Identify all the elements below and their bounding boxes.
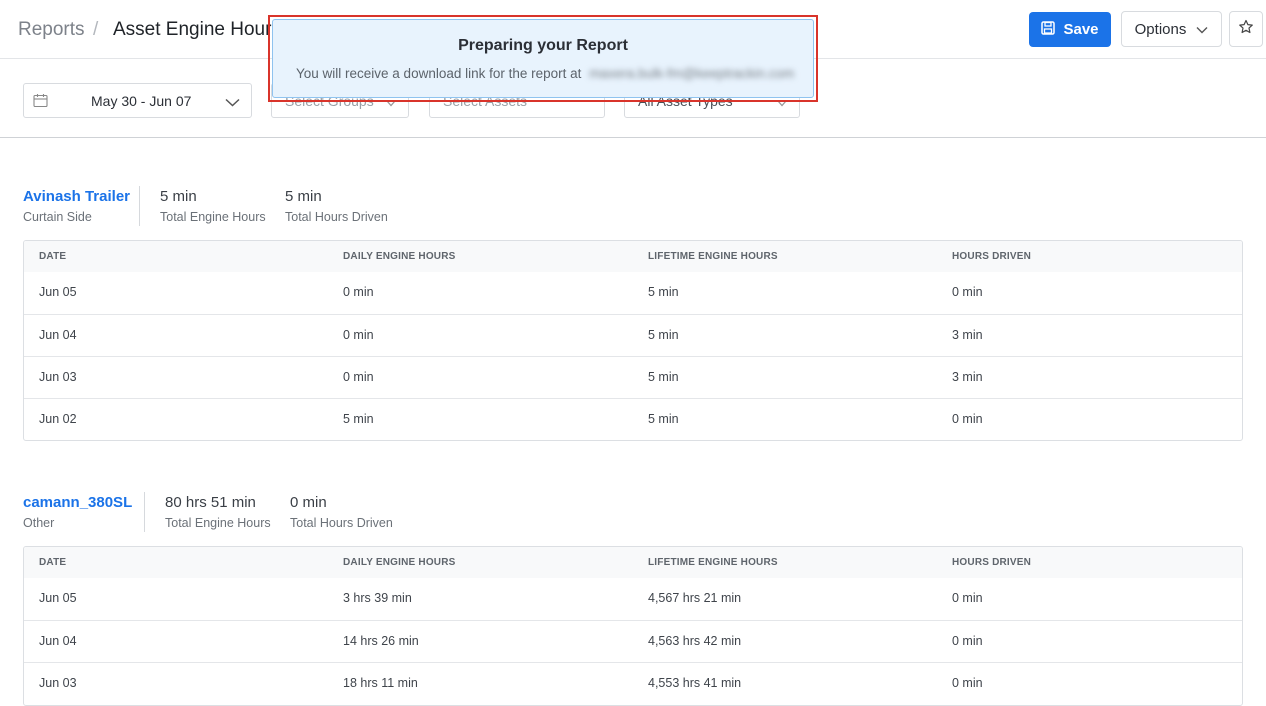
- cell-hours-driven: 0 min: [952, 676, 983, 690]
- asset-summary: Avinash Trailer Curtain Side 5 min Total…: [23, 186, 623, 232]
- cell-date: Jun 04: [39, 634, 77, 648]
- total-engine-hours-value: 80 hrs 51 min: [165, 494, 256, 511]
- breadcrumb-separator: /: [93, 19, 99, 40]
- cell-date: Jun 03: [39, 370, 77, 384]
- total-hours-driven-value: 5 min: [285, 188, 322, 205]
- engine-hours-table: DATE DAILY ENGINE HOURS LIFETIME ENGINE …: [23, 546, 1243, 706]
- table-header: DATE DAILY ENGINE HOURS LIFETIME ENGINE …: [24, 547, 1242, 578]
- column-header-date: DATE: [39, 557, 67, 568]
- column-header-lifetime-engine-hours: LIFETIME ENGINE HOURS: [648, 557, 778, 568]
- favorite-button[interactable]: [1229, 11, 1263, 47]
- chevron-down-icon: [1196, 21, 1208, 38]
- cell-daily-engine-hours: 18 hrs 11 min: [343, 676, 418, 690]
- cell-daily-engine-hours: 3 hrs 39 min: [343, 591, 412, 605]
- cell-lifetime-engine-hours: 5 min: [648, 370, 679, 384]
- cell-hours-driven: 0 min: [952, 285, 983, 299]
- table-row: Jun 04 14 hrs 26 min 4,563 hrs 42 min 0 …: [24, 620, 1242, 662]
- total-hours-driven-label: Total Hours Driven: [290, 516, 393, 530]
- table-row: Jun 05 3 hrs 39 min 4,567 hrs 21 min 0 m…: [24, 578, 1242, 620]
- cell-hours-driven: 3 min: [952, 328, 983, 342]
- divider: [144, 492, 145, 532]
- asset-type: Other: [23, 516, 55, 530]
- engine-hours-table: DATE DAILY ENGINE HOURS LIFETIME ENGINE …: [23, 240, 1243, 441]
- cell-daily-engine-hours: 0 min: [343, 370, 374, 384]
- column-header-date: DATE: [39, 251, 67, 262]
- total-engine-hours-label: Total Engine Hours: [165, 516, 271, 530]
- save-button-label: Save: [1063, 21, 1099, 38]
- options-button-label: Options: [1134, 20, 1187, 38]
- cell-lifetime-engine-hours: 5 min: [648, 412, 679, 426]
- chevron-down-icon: [225, 94, 240, 110]
- cell-date: Jun 02: [39, 412, 77, 426]
- cell-hours-driven: 0 min: [952, 591, 983, 605]
- asset-summary: camann_380SL Other 80 hrs 51 min Total E…: [23, 492, 623, 538]
- table-row: Jun 03 0 min 5 min 3 min: [24, 356, 1242, 398]
- cell-hours-driven: 0 min: [952, 412, 983, 426]
- table-body: Jun 05 3 hrs 39 min 4,567 hrs 21 min 0 m…: [24, 578, 1242, 704]
- column-header-hours-driven: HOURS DRIVEN: [952, 251, 1032, 262]
- table-row: Jun 02 5 min 5 min 0 min: [24, 398, 1242, 440]
- asset-type: Curtain Side: [23, 210, 92, 224]
- cell-lifetime-engine-hours: 5 min: [648, 328, 679, 342]
- cell-daily-engine-hours: 14 hrs 26 min: [343, 634, 419, 648]
- table-row: Jun 04 0 min 5 min 3 min: [24, 314, 1242, 356]
- cell-lifetime-engine-hours: 4,563 hrs 42 min: [648, 634, 742, 648]
- page-title: Asset Engine Hours: [113, 19, 281, 40]
- save-icon: [1041, 20, 1056, 39]
- breadcrumb-reports-link[interactable]: Reports: [18, 19, 85, 41]
- star-icon: [1238, 19, 1254, 40]
- cell-hours-driven: 0 min: [952, 634, 983, 648]
- total-engine-hours-value: 5 min: [160, 188, 197, 205]
- column-header-daily-engine-hours: DAILY ENGINE HOURS: [343, 251, 456, 262]
- calendar-icon: [33, 93, 48, 111]
- toast-highlight-outline: [268, 15, 818, 102]
- asset-name-link[interactable]: camann_380SL: [23, 494, 132, 511]
- date-range-picker[interactable]: May 30 - Jun 07: [23, 83, 252, 118]
- column-header-lifetime-engine-hours: LIFETIME ENGINE HOURS: [648, 251, 778, 262]
- table-body: Jun 05 0 min 5 min 0 min Jun 04 0 min 5 …: [24, 272, 1242, 440]
- cell-daily-engine-hours: 0 min: [343, 328, 374, 342]
- cell-daily-engine-hours: 0 min: [343, 285, 374, 299]
- date-range-value: May 30 - Jun 07: [91, 93, 192, 109]
- total-hours-driven-label: Total Hours Driven: [285, 210, 388, 224]
- cell-lifetime-engine-hours: 5 min: [648, 285, 679, 299]
- cell-date: Jun 04: [39, 328, 77, 342]
- table-header: DATE DAILY ENGINE HOURS LIFETIME ENGINE …: [24, 241, 1242, 272]
- cell-date: Jun 05: [39, 285, 77, 299]
- cell-lifetime-engine-hours: 4,553 hrs 41 min: [648, 676, 742, 690]
- column-header-daily-engine-hours: DAILY ENGINE HOURS: [343, 557, 456, 568]
- total-engine-hours-label: Total Engine Hours: [160, 210, 266, 224]
- column-header-hours-driven: HOURS DRIVEN: [952, 557, 1032, 568]
- asset-name-link[interactable]: Avinash Trailer: [23, 188, 130, 205]
- table-row: Jun 03 18 hrs 11 min 4,553 hrs 41 min 0 …: [24, 662, 1242, 704]
- options-button[interactable]: Options: [1121, 11, 1222, 47]
- cell-lifetime-engine-hours: 4,567 hrs 21 min: [648, 591, 742, 605]
- cell-date: Jun 03: [39, 676, 77, 690]
- save-button[interactable]: Save: [1029, 12, 1111, 47]
- divider: [139, 186, 140, 226]
- cell-date: Jun 05: [39, 591, 77, 605]
- cell-daily-engine-hours: 5 min: [343, 412, 374, 426]
- table-row: Jun 05 0 min 5 min 0 min: [24, 272, 1242, 314]
- cell-hours-driven: 3 min: [952, 370, 983, 384]
- total-hours-driven-value: 0 min: [290, 494, 327, 511]
